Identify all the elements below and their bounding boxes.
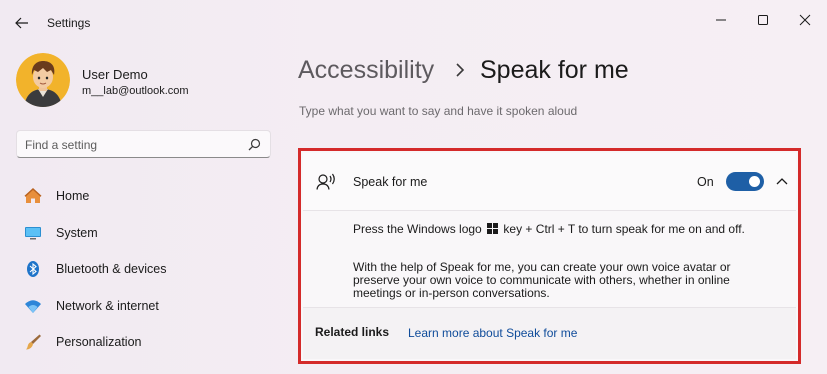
page-description: Type what you want to say and have it sp… [299, 104, 578, 118]
maximize-button[interactable] [748, 8, 778, 32]
related-links-section: Related links Learn more about Speak for… [303, 307, 796, 359]
user-name: User Demo [82, 67, 148, 82]
sidebar-item-personalization[interactable]: Personalization [16, 325, 271, 359]
maximize-icon [758, 15, 768, 25]
user-avatar[interactable] [16, 53, 70, 107]
card-title: Speak for me [353, 175, 428, 189]
search-icon[interactable] [248, 138, 261, 151]
learn-more-link[interactable]: Learn more about Speak for me [408, 326, 577, 340]
toggle-knob [749, 176, 760, 187]
chevron-right-icon [456, 63, 465, 77]
speak-for-me-toggle[interactable] [726, 172, 764, 191]
shortcut-text-start: Press the Windows logo [353, 222, 482, 236]
search-input[interactable] [25, 135, 235, 154]
arrow-left-icon [15, 17, 28, 29]
toggle-state-label: On [697, 175, 714, 189]
sidebar-item-network[interactable]: Network & internet [16, 289, 271, 323]
app-title: Settings [47, 16, 91, 30]
feature-description: With the help of Speak for me, you can c… [353, 260, 731, 300]
avatar-icon [16, 53, 70, 107]
card-body: Press the Windows logo key + Ctrl + T to… [303, 212, 796, 306]
speak-for-me-card-header[interactable]: Speak for me On [303, 153, 796, 211]
minimize-button[interactable] [706, 8, 736, 32]
sidebar-item-home[interactable]: Home [16, 179, 271, 213]
sidebar-item-label: Personalization [56, 335, 142, 349]
bluetooth-icon [27, 261, 39, 277]
brush-icon [26, 334, 41, 350]
sidebar-item-system[interactable]: System [16, 216, 271, 250]
shortcut-description: Press the Windows logo key + Ctrl + T to… [353, 223, 773, 236]
page-title: Speak for me [480, 56, 629, 84]
minimize-icon [716, 19, 726, 21]
sidebar-item-label: Network & internet [56, 299, 159, 313]
search-box[interactable] [16, 130, 271, 158]
speak-icon [316, 173, 335, 190]
chevron-up-icon[interactable] [775, 175, 789, 187]
home-icon [24, 188, 42, 203]
sidebar-item-label: System [56, 226, 98, 240]
title-bar: Settings [0, 0, 827, 46]
close-icon [799, 14, 811, 26]
shortcut-text-end: key + Ctrl + T to turn speak for me on a… [503, 222, 745, 236]
back-button[interactable] [12, 13, 32, 33]
sidebar-item-label: Home [56, 189, 90, 203]
close-button[interactable] [790, 8, 820, 32]
related-links-label: Related links [315, 325, 390, 339]
windows-logo-icon [487, 223, 499, 234]
breadcrumb-accessibility[interactable]: Accessibility [298, 56, 434, 85]
wifi-icon [25, 300, 41, 313]
sidebar-item-bluetooth[interactable]: Bluetooth & devices [16, 252, 271, 286]
sidebar-item-label: Bluetooth & devices [56, 262, 167, 276]
monitor-icon [25, 227, 41, 240]
user-email: m__lab@outlook.com [82, 85, 189, 97]
